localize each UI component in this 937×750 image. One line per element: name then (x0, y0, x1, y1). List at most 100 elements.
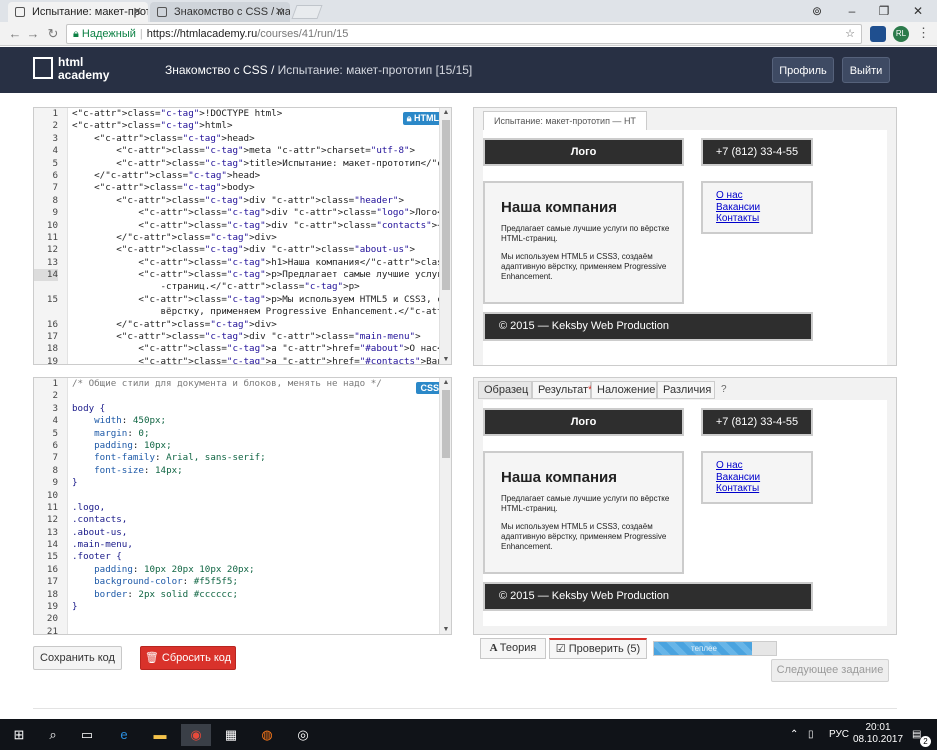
scroll-down-icon[interactable]: ▼ (440, 356, 451, 363)
profile-button[interactable]: Профиль (772, 57, 834, 83)
code-line[interactable]: 2 (34, 390, 439, 402)
code-line[interactable]: 16 </"c-attr">class="c-tag">div> (34, 319, 439, 331)
account-icon[interactable]: ⊚ (802, 0, 832, 22)
restore-button[interactable]: ❐ (869, 0, 899, 22)
code-text[interactable]: </"c-attr">class="c-tag">div> (72, 232, 439, 244)
code-text[interactable]: <"c-attr">class="c-tag">head> (72, 133, 439, 145)
code-line[interactable]: 16 padding: 10px 20px 10px 20px; (34, 564, 439, 576)
check-button[interactable]: ☑ Проверить (5) (549, 638, 647, 659)
code-line[interactable]: 5 margin: 0; (34, 428, 439, 440)
code-text[interactable]: .contacts, (72, 514, 439, 526)
code-line[interactable]: 15 <"c-attr">class="c-tag">p>Мы использу… (34, 294, 439, 319)
code-text[interactable]: <"c-attr">class="c-tag">div "c-attr">cla… (72, 244, 439, 256)
code-line[interactable]: 2 <"c-attr">class="c-tag">html> (34, 120, 439, 132)
firefox-icon[interactable]: ◍ (256, 724, 278, 746)
code-text[interactable]: margin: 0; (72, 428, 439, 440)
scroll-up-icon[interactable]: ▲ (440, 379, 451, 386)
html-code[interactable]: 1 <"c-attr">class="c-tag">!DOCTYPE html> 2… (34, 108, 439, 364)
language-indicator[interactable]: РУС (829, 719, 849, 750)
close-window-button[interactable]: ✕ (903, 0, 933, 22)
store-icon[interactable]: ▦ (220, 724, 242, 746)
code-line[interactable]: 3 <"c-attr">class="c-tag">head> (34, 133, 439, 145)
back-arrow-icon[interactable]: ← (6, 25, 24, 43)
code-line[interactable]: 19 <"c-attr">class="c-tag">a "c-attr">hr… (34, 356, 439, 364)
code-text[interactable]: <"c-attr">class="c-tag">meta "c-attr">ch… (72, 145, 439, 157)
code-line[interactable]: 6 </"c-attr">class="c-tag">head> (34, 170, 439, 182)
code-text[interactable]: <"c-attr">class="c-tag">div "c-attr">cla… (72, 195, 439, 207)
save-code-button[interactable]: Сохранить код (33, 646, 122, 670)
code-line[interactable]: 11 </"c-attr">class="c-tag">div> (34, 232, 439, 244)
browser-tab-inactive[interactable]: Знакомство с CSS / мак ✕ (150, 2, 290, 22)
code-line[interactable]: 8 font-size: 14px; (34, 465, 439, 477)
code-text[interactable]: .logo, (72, 502, 439, 514)
logout-button[interactable]: Выйти (842, 57, 890, 83)
code-line[interactable]: 19} (34, 601, 439, 613)
code-text[interactable]: body { (72, 403, 439, 415)
new-tab-button[interactable] (291, 5, 323, 19)
code-text[interactable]: <"c-attr">class="c-tag">html> (72, 120, 439, 132)
code-text[interactable]: <"c-attr">class="c-tag">title>Испытание:… (72, 158, 439, 170)
code-text[interactable]: <"c-attr">class="c-tag">a "c-attr">href=… (72, 343, 439, 355)
site-logo-text[interactable]: html academy (58, 56, 109, 82)
app-icon[interactable]: ◎ (292, 724, 314, 746)
search-icon[interactable]: ⌕ (42, 724, 64, 746)
preview-menu-link[interactable]: О нас (716, 460, 811, 472)
code-line[interactable]: 9} (34, 477, 439, 489)
code-line[interactable]: 13 .about-us, (34, 527, 439, 539)
code-line[interactable]: 7 font-family: Arial, sans-serif; (34, 452, 439, 464)
code-line[interactable]: 17 background-color: #f5f5f5; (34, 576, 439, 588)
scroll-thumb[interactable] (442, 120, 450, 290)
code-line[interactable]: 9 <"c-attr">class="c-tag">div "c-attr">c… (34, 207, 439, 219)
tab-sample[interactable]: Образец (478, 381, 532, 399)
code-line[interactable]: 12 .contacts, (34, 514, 439, 526)
code-text[interactable]: border: 2px solid #cccccc; (72, 589, 439, 601)
file-explorer-icon[interactable]: ▬ (149, 724, 171, 746)
code-line[interactable]: 1 <"c-attr">class="c-tag">!DOCTYPE html> (34, 108, 439, 120)
code-line[interactable]: 5 <"c-attr">class="c-tag">title>Испытани… (34, 158, 439, 170)
code-line[interactable]: 12 <"c-attr">class="c-tag">div "c-attr">… (34, 244, 439, 256)
reload-icon[interactable]: ↻ (44, 25, 62, 43)
code-text[interactable]: .about-us, (72, 527, 439, 539)
code-text[interactable]: <"c-attr">class="c-tag">a "c-attr">href=… (72, 356, 439, 364)
edge-icon[interactable]: e (113, 724, 135, 746)
bookmark-star-icon[interactable]: ☆ (845, 25, 855, 43)
windows-start-icon[interactable]: ⊞ (8, 724, 30, 746)
code-line[interactable]: 13 <"c-attr">class="c-tag">h1>Наша компа… (34, 257, 439, 269)
css-code-editor[interactable]: 1 /* Общие стили для документа и блоков, … (33, 377, 452, 635)
code-text[interactable]: <"c-attr">class="c-tag">body> (72, 182, 439, 194)
notifications-icon[interactable]: ▤ (912, 719, 921, 750)
preview-menu-link[interactable]: Вакансии (716, 202, 811, 214)
code-text[interactable]: .footer { (72, 551, 439, 563)
code-line[interactable]: 6 padding: 10px; (34, 440, 439, 452)
code-text[interactable]: /* Общие стили для документа и блоков, м… (72, 378, 439, 390)
code-text[interactable]: <"c-attr">class="c-tag">h1>Наша компания… (72, 257, 439, 269)
code-line[interactable]: 17 <"c-attr">class="c-tag">div "c-attr">… (34, 331, 439, 343)
network-icon[interactable]: ▯ (808, 719, 814, 750)
code-text[interactable]: <"c-attr">class="c-tag">div "c-attr">cla… (72, 220, 439, 232)
code-line[interactable]: 10 <"c-attr">class="c-tag">div "c-attr">… (34, 220, 439, 232)
tray-people-icon[interactable]: ⌃ (790, 719, 798, 750)
code-line[interactable]: 1 /* Общие стили для документа и блоков, … (34, 378, 439, 390)
code-text[interactable]: .main-menu, (72, 539, 439, 551)
html-editor-scrollbar[interactable]: ▲ ▼ (439, 108, 451, 364)
preview-menu-link[interactable]: О нас (716, 190, 811, 202)
code-text[interactable]: } (72, 477, 439, 489)
tab-close-icon[interactable]: ✕ (133, 2, 142, 22)
chrome-icon[interactable]: ◉ (181, 724, 211, 746)
code-line[interactable]: 20 (34, 613, 439, 625)
code-text[interactable]: </"c-attr">class="c-tag">head> (72, 170, 439, 182)
scroll-down-icon[interactable]: ▼ (440, 626, 451, 633)
preview-menu-link[interactable]: Контакты (716, 483, 811, 495)
html-code-editor[interactable]: 1 <"c-attr">class="c-tag">!DOCTYPE html> 2… (33, 107, 452, 365)
task-view-icon[interactable]: ▭ (76, 724, 98, 746)
next-task-button[interactable]: Следующее задание (771, 659, 889, 682)
extension-badge-icon[interactable]: RL (893, 26, 909, 42)
code-text[interactable]: </"c-attr">class="c-tag">div> (72, 319, 439, 331)
css-code[interactable]: 1 /* Общие стили для документа и блоков, … (34, 378, 439, 634)
code-text[interactable]: width: 450px; (72, 415, 439, 427)
preview-menu-link[interactable]: Вакансии (716, 472, 811, 484)
code-text[interactable]: } (72, 601, 439, 613)
code-text[interactable]: font-family: Arial, sans-serif; (72, 452, 439, 464)
extension-icon[interactable] (870, 26, 886, 42)
code-text[interactable]: <"c-attr">class="c-tag">div "c-attr">cla… (72, 207, 439, 219)
